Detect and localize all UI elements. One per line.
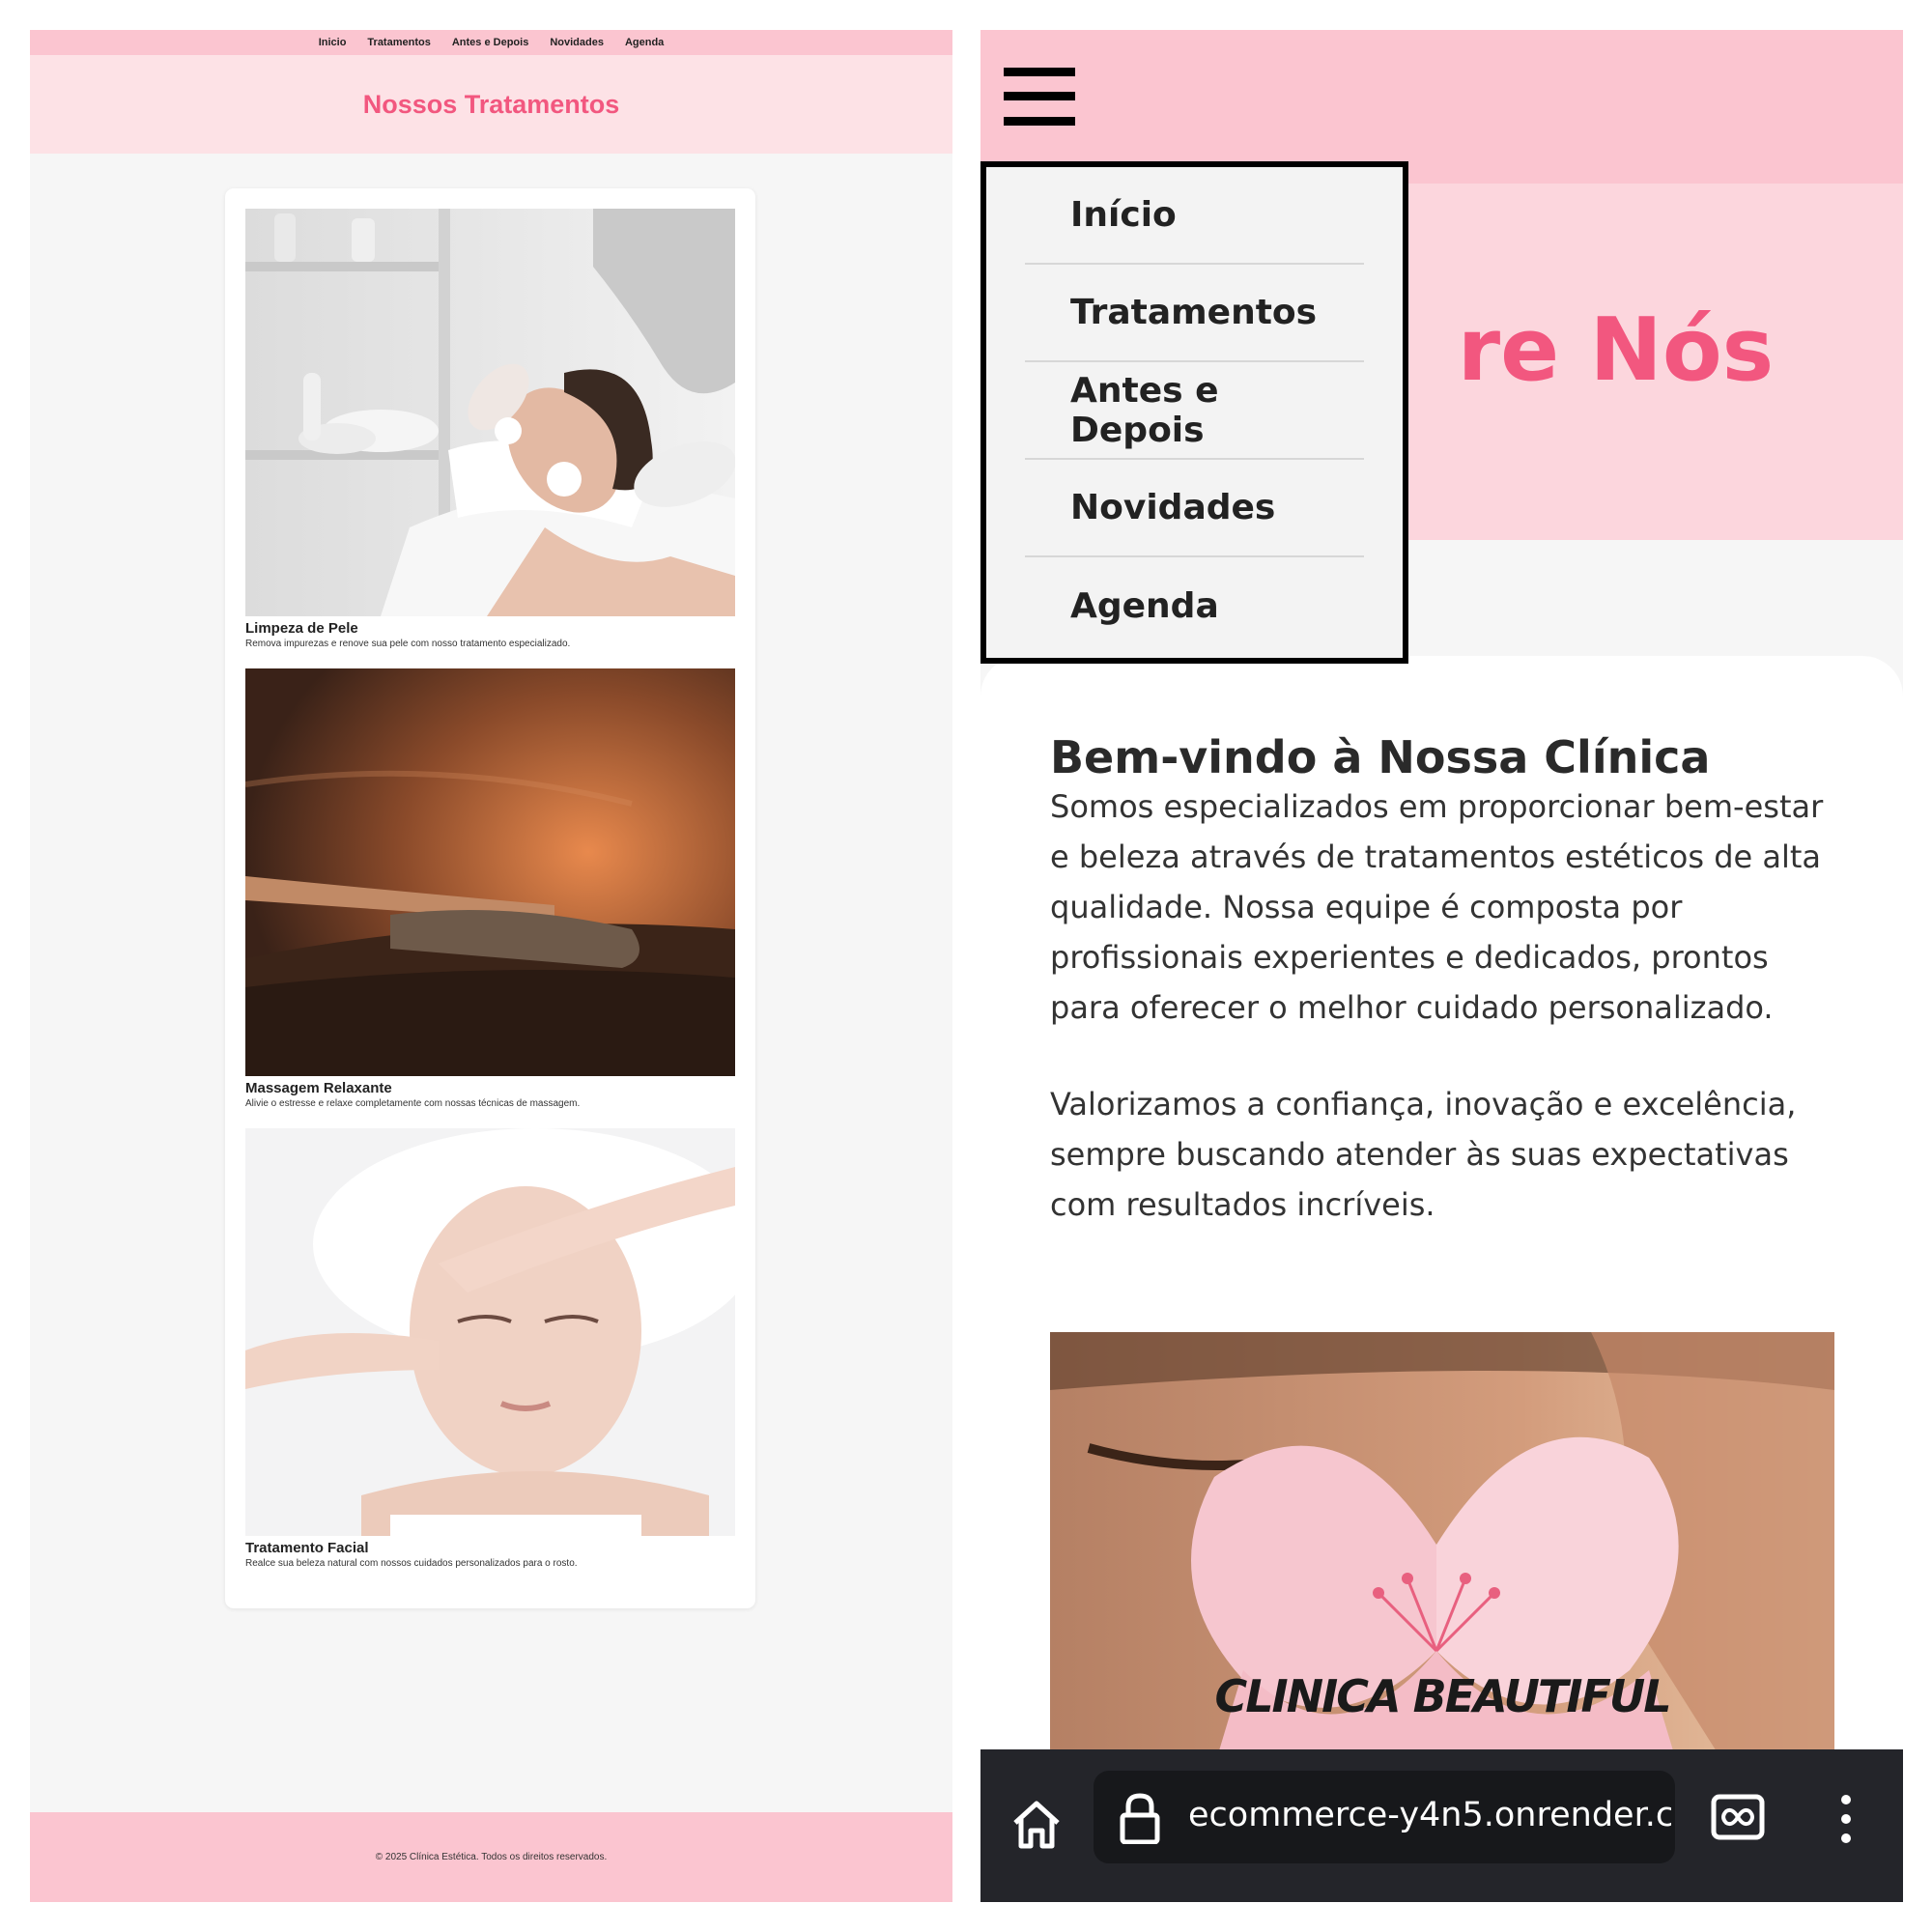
menu-item-inicio[interactable]: Início bbox=[1025, 167, 1364, 265]
treatments-card: Limpeza de Pele Remova impurezas e renov… bbox=[225, 188, 755, 1608]
page-footer: © 2025 Clínica Estética. Todos os direit… bbox=[30, 1812, 952, 1902]
treatment-title: Tratamento Facial bbox=[245, 1540, 369, 1556]
welcome-paragraph: Valorizamos a confiança, inovação e exce… bbox=[1050, 1086, 1797, 1223]
top-navigation: Inicio Tratamentos Antes e Depois Novida… bbox=[30, 30, 952, 55]
treatment-item: Massagem Relaxante Alivie o estresse e r… bbox=[245, 668, 735, 1110]
nav-link-inicio[interactable]: Inicio bbox=[319, 37, 347, 48]
page-title: Nossos Tratamentos bbox=[362, 89, 620, 119]
hamburger-menu-icon[interactable] bbox=[1004, 68, 1075, 126]
treatment-description: Alivie o estresse e relaxe completamente… bbox=[245, 1098, 581, 1109]
clinic-brand-logo: CLINICA BEAUTIFUL bbox=[1214, 1670, 1671, 1722]
treatments-hero: Nossos Tratamentos bbox=[30, 55, 952, 154]
menu-item-tratamentos[interactable]: Tratamentos bbox=[1025, 265, 1364, 362]
nav-link-antes-e-depois[interactable]: Antes e Depois bbox=[452, 37, 528, 48]
copyright-text: © 2025 Clínica Estética. Todos os direit… bbox=[375, 1852, 608, 1862]
home-icon[interactable] bbox=[1009, 1798, 1064, 1852]
clinic-banner-image: CLINICA BEAUTIFUL bbox=[1050, 1332, 1834, 1767]
treatment-description: Remova impurezas e renove sua pele com n… bbox=[245, 639, 571, 649]
nav-link-tratamentos[interactable]: Tratamentos bbox=[367, 37, 430, 48]
treatment-title: Massagem Relaxante bbox=[245, 1080, 392, 1096]
tabs-icon[interactable] bbox=[1711, 1794, 1765, 1840]
treatment-description: Realce sua beleza natural com nossos cui… bbox=[245, 1558, 578, 1569]
dropdown-nav-menu: Início Tratamentos Antes e Depois Novida… bbox=[980, 161, 1408, 664]
welcome-paragraph: Somos especializados em proporcionar bem… bbox=[1050, 788, 1824, 1026]
treatment-item: Limpeza de Pele Remova impurezas e renov… bbox=[245, 209, 735, 650]
treatment-image-skin-cleansing bbox=[245, 209, 735, 616]
treatment-image-facial bbox=[245, 1128, 735, 1536]
mobile-about-page-screenshot: re Nós Início Tratamentos Antes e Depois… bbox=[980, 30, 1903, 1902]
treatment-item: Tratamento Facial Realce sua beleza natu… bbox=[245, 1128, 735, 1570]
nav-link-agenda[interactable]: Agenda bbox=[625, 37, 664, 48]
nav-link-novidades[interactable]: Novidades bbox=[550, 37, 604, 48]
welcome-heading: Bem-vindo à Nossa Clínica bbox=[1050, 731, 1711, 783]
menu-item-antes-e-depois[interactable]: Antes e Depois bbox=[1025, 362, 1364, 460]
browser-bottom-bar: ecommerce-y4n5.onrender.com bbox=[980, 1749, 1903, 1902]
menu-item-agenda[interactable]: Agenda bbox=[1025, 557, 1364, 655]
more-vert-icon[interactable] bbox=[1840, 1794, 1852, 1844]
treatment-title: Limpeza de Pele bbox=[245, 620, 358, 637]
welcome-section: Bem-vindo à Nossa Clínica Somos especial… bbox=[980, 656, 1903, 1902]
menu-item-novidades[interactable]: Novidades bbox=[1025, 460, 1364, 557]
address-bar[interactable]: ecommerce-y4n5.onrender.com bbox=[1094, 1771, 1675, 1863]
treatment-image-relaxing-massage bbox=[245, 668, 735, 1076]
url-text: ecommerce-y4n5.onrender.com bbox=[1188, 1796, 1671, 1834]
treatments-page-screenshot: Inicio Tratamentos Antes e Depois Novida… bbox=[30, 30, 952, 1902]
lock-icon bbox=[1120, 1793, 1160, 1844]
